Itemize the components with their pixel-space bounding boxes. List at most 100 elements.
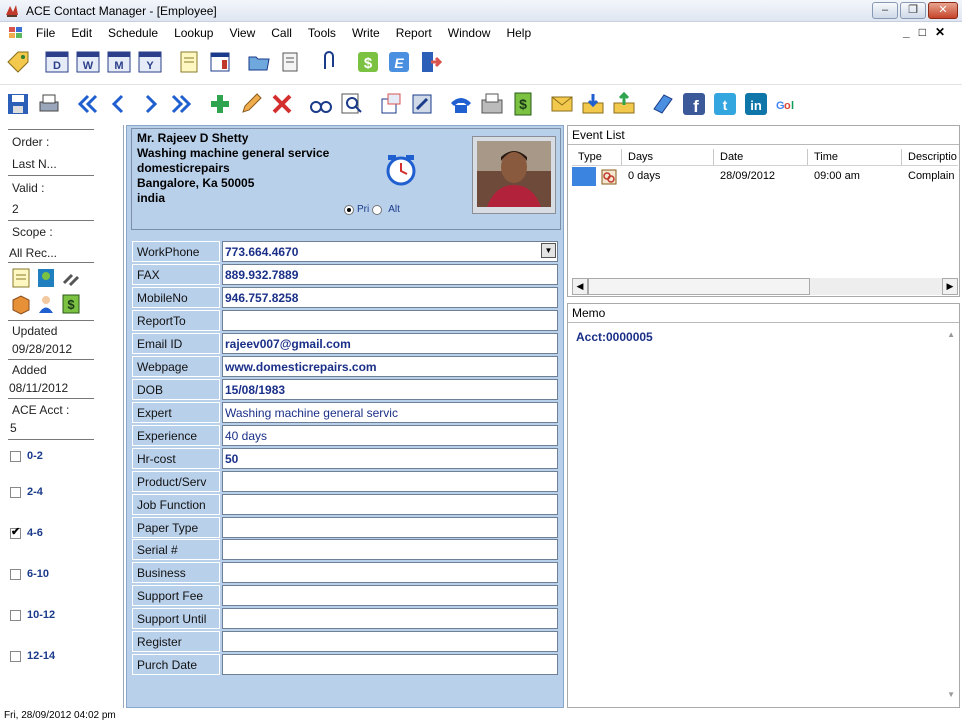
restore-button[interactable]: ❐ [900,2,926,19]
labels-icon[interactable] [408,90,436,118]
twitter-icon[interactable]: t [711,90,739,118]
dob-field[interactable]: 15/08/1983 [222,379,558,400]
prev-icon[interactable] [105,90,133,118]
contact-photo[interactable] [472,136,556,214]
menu-schedule[interactable]: Schedule [102,26,168,40]
experience-field[interactable]: 40 days [222,425,558,446]
scroll-down-icon[interactable]: ▼ [947,690,955,699]
range-checkbox-6-10[interactable]: 6-10 [10,568,49,580]
scroll-left-icon[interactable]: ◀ [572,278,588,295]
expert-field[interactable]: Washing machine general servic [222,402,558,423]
add-icon[interactable] [206,90,234,118]
column-header-description[interactable]: Descriptio [902,149,958,165]
close-button[interactable]: ✕ [928,2,958,19]
link-icon[interactable] [60,267,82,289]
mdi-controls[interactable]: _□✕ [903,25,954,39]
document-icon[interactable] [8,25,24,41]
dollar-icon[interactable]: $ [60,293,82,315]
tag-icon[interactable] [4,48,32,76]
folder-icon[interactable] [245,48,273,76]
checkbox[interactable] [10,650,21,662]
letter-icon[interactable] [548,90,576,118]
menu-call[interactable]: Call [265,26,302,40]
fax-icon[interactable] [478,90,506,118]
serial-field[interactable] [222,539,558,560]
range-checkbox-0-2[interactable]: 0-2 [10,450,43,462]
edit-icon[interactable] [237,90,265,118]
delete-icon[interactable] [268,90,296,118]
first-icon[interactable] [74,90,102,118]
dollar-icon[interactable]: $ [354,48,382,76]
purchdate-field[interactable] [222,654,558,675]
column-header-time[interactable]: Time [808,149,902,165]
next-icon[interactable] [136,90,164,118]
horizontal-scrollbar[interactable]: ◀ ▶ [572,278,958,295]
column-header-days[interactable]: Days [622,149,714,165]
linkedin-icon[interactable]: in [742,90,770,118]
memo-text-area[interactable]: Acct:0000005 [576,330,653,344]
last-icon[interactable] [167,90,195,118]
e-icon[interactable]: E [385,48,413,76]
menu-help[interactable]: Help [500,26,541,40]
supportuntil-field[interactable] [222,608,558,629]
scroll-icon[interactable] [276,48,304,76]
scroll-thumb[interactable] [588,278,810,295]
fax-field[interactable]: 889.932.7889 [222,264,558,285]
register-field[interactable] [222,631,558,652]
menu-report[interactable]: Report [390,26,442,40]
table-row[interactable]: 0 days 28/09/2012 09:00 am Complain d [572,167,958,186]
papertype-field[interactable] [222,517,558,538]
alarm-clock-icon[interactable] [385,153,417,187]
menu-file[interactable]: File [30,26,65,40]
scroll-right-icon[interactable]: ▶ [942,278,958,295]
jobfunction-field[interactable] [222,494,558,515]
book-icon[interactable] [649,90,677,118]
checkbox[interactable] [10,450,21,462]
checkbox[interactable] [10,568,21,580]
save-icon[interactable] [4,90,32,118]
scope-value[interactable]: All Rec... [9,246,57,260]
radio-primary[interactable] [344,204,354,215]
workphone-field[interactable]: 773.664.4670 [222,241,558,262]
notepad-icon[interactable] [10,267,32,289]
package-icon[interactable] [10,293,32,315]
google-icon[interactable]: Gol [773,90,801,118]
print-icon[interactable] [35,90,63,118]
menu-edit[interactable]: Edit [65,26,102,40]
range-checkbox-10-12[interactable]: 10-12 [10,609,55,621]
mobile-field[interactable]: 946.757.8258 [222,287,558,308]
inbox-icon[interactable] [579,90,607,118]
forms-icon[interactable] [377,90,405,118]
column-header-type[interactable]: Type [572,149,622,165]
hrcost-field[interactable]: 50 [222,448,558,469]
product-field[interactable] [222,471,558,492]
menu-tools[interactable]: Tools [302,26,346,40]
phone-icon[interactable] [447,90,475,118]
range-checkbox-4-6[interactable]: 4-6 [10,525,43,539]
scroll-track[interactable] [588,278,942,295]
outbox-icon[interactable] [610,90,638,118]
range-checkbox-12-14[interactable]: 12-14 [10,650,55,662]
business-field[interactable] [222,562,558,583]
contact-card-icon[interactable] [35,267,57,289]
zoom-icon[interactable] [338,90,366,118]
chevron-down-icon[interactable]: ▼ [541,243,556,258]
facebook-icon[interactable]: f [680,90,708,118]
exit-icon[interactable] [416,48,444,76]
order-value[interactable]: Last N... [12,157,57,171]
column-header-date[interactable]: Date [714,149,808,165]
notepad-icon[interactable] [175,48,203,76]
reportto-field[interactable] [222,310,558,331]
binoculars-icon[interactable] [307,90,335,118]
email-field[interactable]: rajeev007@gmail.com [222,333,558,354]
calendar-month-icon[interactable]: M [105,48,133,76]
notes-icon[interactable] [206,48,234,76]
menu-view[interactable]: View [223,26,265,40]
minimize-button[interactable]: – [872,2,898,19]
checkbox[interactable] [10,609,21,621]
checkbox[interactable] [10,486,21,498]
menu-write[interactable]: Write [346,26,390,40]
calendar-day-icon[interactable]: D [43,48,71,76]
calendar-week-icon[interactable]: W [74,48,102,76]
event-type-cell[interactable] [596,167,622,186]
